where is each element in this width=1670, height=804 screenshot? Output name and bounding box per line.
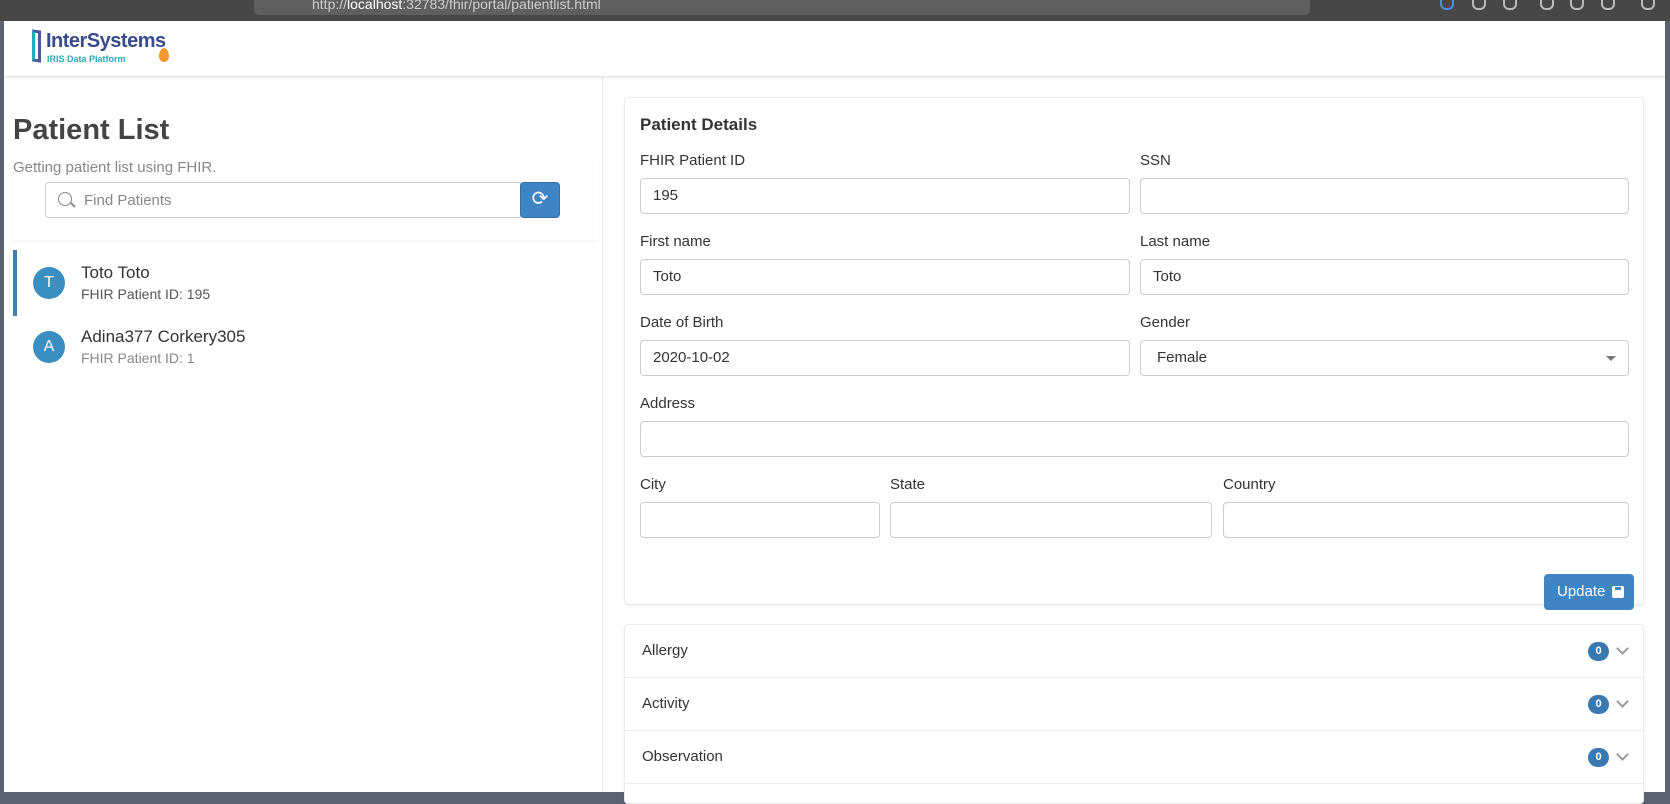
first-name-field[interactable]: Toto: [640, 259, 1130, 295]
dob-field[interactable]: 2020-10-02: [640, 340, 1130, 376]
city-label: City: [640, 476, 666, 493]
dob-label: Date of Birth: [640, 314, 724, 331]
state-label: State: [890, 476, 926, 493]
download-icon[interactable]: [1440, 0, 1454, 10]
url-bar[interactable]: http://localhost:32783/fhir/portal/patie…: [254, 0, 1310, 15]
update-button[interactable]: Update: [1544, 574, 1634, 610]
card-title: Patient Details: [640, 115, 758, 134]
last-name-label: Last name: [1140, 233, 1211, 250]
avatar: A: [33, 331, 65, 363]
logo-subtitle: IRIS Data Platform: [47, 54, 126, 64]
patient-id: FHIR Patient ID: 1: [81, 350, 195, 366]
count-badge: 0: [1588, 748, 1609, 767]
accordion-item-allergy[interactable]: Allergy 0: [625, 625, 1643, 678]
patient-list-panel: Patient List Getting patient list using …: [4, 78, 603, 792]
grid-icon[interactable]: [1601, 0, 1615, 10]
fhir-id-field[interactable]: 195: [640, 178, 1130, 214]
gender-value: Female: [1157, 349, 1208, 366]
extension-icon[interactable]: [1540, 0, 1554, 10]
chevron-down-icon[interactable]: [1616, 748, 1629, 761]
state-field[interactable]: [890, 502, 1212, 538]
accordion-label: Allergy: [642, 642, 688, 659]
accordion-item-observation[interactable]: Observation 0: [625, 731, 1643, 784]
save-icon: [1612, 586, 1624, 598]
country-label: Country: [1223, 476, 1276, 493]
address-field[interactable]: [640, 421, 1629, 457]
page-title: Patient List: [13, 114, 170, 146]
update-label: Update: [1557, 583, 1606, 600]
address-label: Address: [640, 395, 696, 412]
patient-name: Toto Toto: [81, 263, 150, 282]
search-box: [45, 182, 521, 218]
avatar: T: [33, 267, 65, 299]
chevron-down-icon[interactable]: [1616, 695, 1629, 708]
patient-details-card: Patient Details FHIR Patient ID 195 SSN …: [624, 97, 1644, 610]
chevron-down-icon: [1606, 356, 1616, 361]
gender-select[interactable]: Female: [1140, 340, 1629, 376]
patient-list-item[interactable]: T Toto Toto FHIR Patient ID: 195: [13, 250, 598, 316]
sidebar-icon[interactable]: [1503, 0, 1517, 10]
ssn-label: SSN: [1140, 152, 1171, 169]
intersystems-logo[interactable]: InterSystems IRIS Data Platform: [28, 28, 178, 68]
chevron-down-icon[interactable]: [1616, 642, 1629, 655]
accordion-label: Observation: [642, 748, 723, 765]
fhir-id-label: FHIR Patient ID: [640, 152, 746, 169]
first-name-label: First name: [640, 233, 711, 250]
patient-name: Adina377 Corkery305: [81, 327, 246, 346]
flame-icon: [159, 48, 169, 62]
accordion-label: Activity: [642, 695, 690, 712]
search-icon: [58, 192, 72, 206]
logo-mark: [32, 29, 41, 63]
country-field[interactable]: [1223, 502, 1629, 538]
ssn-field[interactable]: [1140, 178, 1629, 214]
count-badge: 0: [1588, 642, 1609, 661]
account-icon[interactable]: [1570, 0, 1584, 10]
search-input[interactable]: [84, 183, 504, 217]
logo-name: InterSystems: [46, 30, 166, 52]
resources-accordion: Allergy 0 Activity 0 Observation 0: [624, 624, 1644, 804]
city-field[interactable]: [640, 502, 880, 538]
patient-id: FHIR Patient ID: 195: [81, 286, 211, 302]
accordion-item-activity[interactable]: Activity 0: [625, 678, 1643, 731]
header: InterSystems IRIS Data Platform: [4, 21, 1665, 77]
page: InterSystems IRIS Data Platform Patient …: [4, 21, 1665, 804]
count-badge: 0: [1588, 695, 1609, 714]
gender-label: Gender: [1140, 314, 1191, 331]
menu-icon[interactable]: [1641, 0, 1655, 10]
refresh-icon: ⟳: [531, 188, 549, 210]
patient-list-item[interactable]: A Adina377 Corkery305 FHIR Patient ID: 1: [13, 314, 598, 380]
last-name-field[interactable]: Toto: [1140, 259, 1629, 295]
refresh-button[interactable]: ⟳: [520, 182, 560, 218]
library-icon[interactable]: [1472, 0, 1486, 10]
browser-toolbar: http://localhost:32783/fhir/portal/patie…: [0, 0, 1670, 21]
